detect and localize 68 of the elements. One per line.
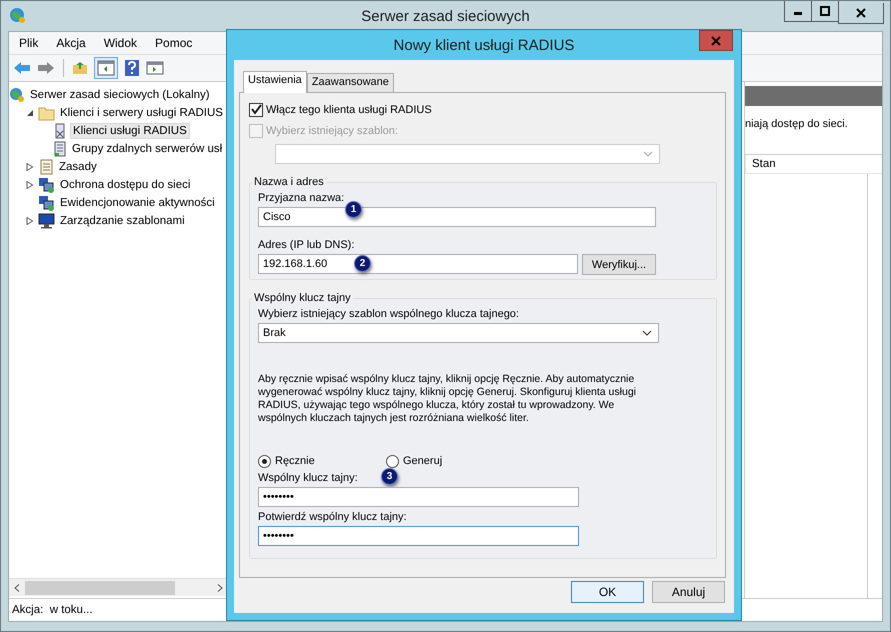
maximize-icon [820,6,830,16]
close-button[interactable] [838,3,884,24]
back-arrow-icon[interactable] [13,61,31,75]
checkbox-label: Włącz tego klienta usługi RADIUS [266,104,432,116]
folder-icon [38,106,55,120]
radio-button[interactable] [386,454,399,468]
server-icon [53,123,67,139]
monitor-icon [38,213,55,229]
computer-icon [38,195,55,211]
server-icon [53,141,67,157]
status-text: Akcja: w toku... [12,604,93,616]
maximize-button[interactable] [811,1,839,22]
globe-icon [9,7,27,25]
minimize-button[interactable] [784,1,812,22]
callout-badge: 1 [345,201,362,218]
password-field[interactable]: •••••••• [258,526,579,546]
radio-label: Generuj [403,455,442,467]
help-icon[interactable] [124,59,140,77]
forward-arrow-icon[interactable] [37,61,55,75]
field-label: Przyjazna nazwa: [258,192,346,204]
group-title: Wspólny klucz tajny [253,292,352,304]
tab[interactable]: Ustawienia [243,71,307,93]
folder-up-icon[interactable] [72,61,88,75]
expand-arrow-icon[interactable] [26,163,34,171]
computer-icon [38,177,55,193]
panel-icon[interactable] [94,57,118,79]
radio-button[interactable] [258,454,271,468]
tree-item[interactable]: Zasady [57,160,99,174]
radio-label: Ręcznie [275,455,315,467]
field-label: Adres (IP lub DNS): [258,239,356,251]
tree-item[interactable]: Serwer zasad sieciowych (Lokalny) [28,88,212,102]
tree-item[interactable]: Ewidencjonowanie aktywności [58,196,217,210]
dialog-title: Nowy klient usługi RADIUS [394,36,574,54]
panel-icon[interactable] [146,60,164,76]
callout-badge: 3 [381,468,398,485]
tab[interactable]: Zaawansowane [306,73,394,92]
field-label: Wybierz istniejący szablon wspólnego klucza tajnego: [258,308,520,320]
document-icon [38,159,54,175]
info-text: Aby ręcznie wpisać wspólny klucz tajny, kliknij opcję Ręcznie. Aby automatycznie wygenerować wspólny klucz tajny, kliknij opcję Generuj. Skonfiguruj klienta usługi RADIUS, używając tego wspólnego klucza, który został tu wprowadzony. We wspólnych kluczach tajnych jest rozróżniana wielkość liter. [258,373,637,426]
ok-button[interactable]: OK [571,581,644,603]
tree-item[interactable]: Ochrona dostępu do sieci [58,178,192,192]
column-header[interactable]: Stan [745,155,882,173]
description-text: niają dostęp do sieci. [745,117,849,132]
expand-arrow-icon[interactable] [26,181,34,189]
checkbox-label: Wybierz istniejący szablon: [266,124,398,136]
password-field[interactable]: •••••••• [258,487,579,507]
scrollbar[interactable] [9,578,228,596]
expand-arrow-icon[interactable] [26,109,34,117]
close-icon [711,36,721,46]
globe-icon [9,87,25,103]
verify-button[interactable]: Weryfikuj... [582,254,656,275]
field-label: Potwierdź wspólny klucz tajny: [258,511,408,523]
field-label: Wspólny klucz tajny: [258,472,358,484]
checkbox[interactable] [249,102,263,116]
tree-item[interactable]: Zarządzanie szablonami [58,214,187,228]
cancel-button[interactable]: Anuluj [652,581,725,603]
menu-item[interactable]: Akcja [56,36,86,50]
tree-item[interactable]: Klienci usługi RADIUS [70,123,190,139]
close-icon [856,8,866,18]
secret-template-dropdown[interactable]: Brak [258,323,659,343]
expand-arrow-icon[interactable] [26,217,34,225]
tree-item[interactable]: Klienci i serwery usługi RADIUS [58,106,225,120]
group-title: Nazwa i adres [253,176,325,188]
tree-item[interactable]: Grupy zdalnych serwerów usł [70,142,224,156]
menu-item[interactable]: Pomoc [155,36,192,50]
menu-item[interactable]: Plik [19,36,38,50]
window-title: Serwer zasad sieciowych [361,8,530,25]
menu-item[interactable]: Widok [104,36,138,50]
